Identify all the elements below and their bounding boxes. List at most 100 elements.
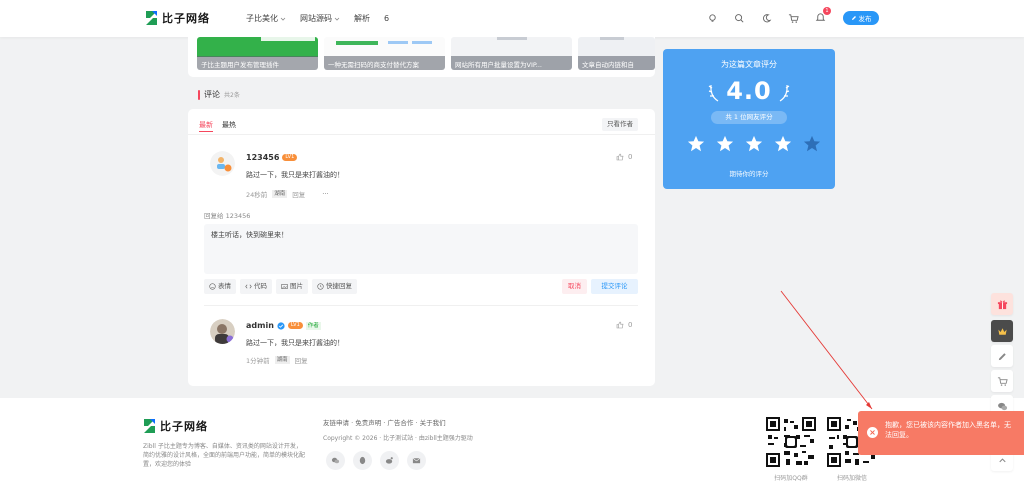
mail-icon bbox=[412, 458, 421, 464]
code-button[interactable]: 代码 bbox=[240, 279, 272, 294]
avatar[interactable] bbox=[210, 151, 235, 176]
qq-icon bbox=[359, 456, 366, 465]
related-post-card[interactable]: 子比主题用户发布管理插件 bbox=[197, 37, 318, 70]
comment-time: 1分钟前 bbox=[246, 357, 270, 365]
cancel-button[interactable]: 取消 bbox=[562, 279, 587, 294]
comment-tabs: 最新 最热 bbox=[199, 120, 236, 132]
footer-logo[interactable]: 比子网络 bbox=[143, 418, 208, 434]
float-edit-button[interactable] bbox=[991, 345, 1013, 367]
notification-bell[interactable]: 1 bbox=[815, 7, 831, 25]
weibo-icon bbox=[385, 457, 393, 464]
star-icon[interactable] bbox=[716, 135, 734, 153]
related-post-title: 子比主题用户发布管理插件 bbox=[197, 56, 318, 70]
smile-icon bbox=[209, 283, 216, 290]
avatar[interactable] bbox=[210, 319, 235, 344]
submit-comment-button[interactable]: 提交评论 bbox=[591, 279, 638, 294]
clock-icon bbox=[317, 283, 324, 290]
like-button[interactable]: 0 bbox=[616, 321, 632, 329]
comment-author: admin LV1 作者 bbox=[246, 321, 321, 330]
code-icon bbox=[245, 284, 252, 289]
reply-link[interactable]: 回复 bbox=[295, 355, 308, 365]
tab-hottest[interactable]: 最热 bbox=[222, 120, 236, 132]
qr-label: 扫码加QQ群 bbox=[774, 475, 808, 482]
chevron-up-icon bbox=[998, 457, 1006, 462]
nav-item-six[interactable]: 6 bbox=[384, 13, 389, 24]
comment-time: 24秒前 bbox=[246, 191, 268, 199]
rating-stars bbox=[687, 135, 821, 153]
location-badge: 湖南 bbox=[272, 190, 288, 198]
nav-item-beautify[interactable]: 子比美化 bbox=[246, 13, 286, 24]
related-post-card[interactable]: 网站所有用户批量设置为VIP... bbox=[451, 37, 572, 70]
footer-links[interactable]: 友链申请 · 免责声明 · 广告合作 · 关于我们 bbox=[323, 417, 446, 427]
comments-panel: 最新 最热 只看作者 123456 LV1 路过一下，我只是来打酱油的！ 24秒… bbox=[188, 109, 655, 386]
float-vip-button[interactable] bbox=[991, 320, 1013, 342]
rating-title: 为这篇文章评分 bbox=[721, 60, 777, 69]
quick-reply-button[interactable]: 快捷回复 bbox=[312, 279, 357, 294]
search-icon[interactable] bbox=[734, 13, 745, 24]
related-post-card[interactable]: 文章自动内链和自 bbox=[578, 37, 655, 70]
logo-text: 比子网络 bbox=[160, 420, 208, 433]
qq-link[interactable] bbox=[353, 451, 372, 470]
only-author-button[interactable]: 只看作者 bbox=[602, 118, 638, 131]
reply-link[interactable]: 回复 bbox=[292, 189, 305, 199]
related-post-card[interactable]: 一种无需扫码的商支付替代方案 bbox=[324, 37, 445, 70]
nav-item-source[interactable]: 网站源码 bbox=[300, 13, 340, 24]
author-badge: 作者 bbox=[305, 321, 321, 330]
nav-item-parse[interactable]: 解析 bbox=[354, 13, 370, 24]
qr-label: 扫码加微信 bbox=[836, 475, 867, 482]
emoji-button[interactable]: 表情 bbox=[204, 279, 236, 294]
main-nav: 子比美化 网站源码 解析 6 bbox=[246, 13, 389, 24]
bulb-icon[interactable] bbox=[707, 13, 718, 24]
verified-icon bbox=[277, 321, 285, 330]
rating-hint: 期待你的评分 bbox=[729, 170, 769, 178]
level-badge: LV1 bbox=[282, 154, 298, 161]
logo-mark-icon bbox=[146, 11, 157, 25]
laurel-right-icon bbox=[779, 84, 790, 102]
star-icon[interactable] bbox=[745, 135, 763, 153]
related-post-thumbnail bbox=[600, 37, 624, 40]
moon-icon[interactable] bbox=[761, 13, 772, 24]
pencil-icon bbox=[998, 352, 1006, 360]
related-post-title: 文章自动内链和自 bbox=[578, 56, 655, 70]
comment-author: 123456 LV1 bbox=[246, 153, 298, 162]
logo-text: 比子网络 bbox=[162, 12, 210, 25]
pencil-icon bbox=[851, 16, 856, 20]
image-button[interactable]: 图片 bbox=[276, 279, 308, 294]
footer-description: Zibll 子比主题专为博客、自媒体、资讯类的网站设计开发，简约优雅的设计风格，… bbox=[143, 443, 306, 468]
reply-to-label: 回复给 123456 bbox=[204, 212, 251, 220]
wechat-link[interactable] bbox=[326, 451, 345, 470]
comment-text: 路过一下，我只是来打酱油的！ bbox=[246, 339, 344, 347]
cart-icon[interactable] bbox=[788, 13, 799, 24]
star-empty-icon[interactable] bbox=[803, 135, 821, 153]
related-post-title: 一种无需扫码的商支付替代方案 bbox=[324, 56, 445, 70]
image-icon bbox=[281, 284, 288, 289]
tab-latest[interactable]: 最新 bbox=[199, 120, 213, 132]
float-cart-button[interactable] bbox=[991, 370, 1013, 392]
related-post-thumbnail bbox=[336, 41, 378, 45]
related-post-thumbnail bbox=[497, 37, 527, 40]
star-icon[interactable] bbox=[687, 135, 705, 153]
heading-accent-bar bbox=[198, 89, 200, 100]
star-icon[interactable] bbox=[774, 135, 792, 153]
header-actions: 1 bbox=[707, 7, 831, 25]
editor-toolbar: 表情 代码 图片 快捷回复 bbox=[204, 279, 357, 294]
comment-text: 路过一下，我只是来打酱油的！ bbox=[246, 171, 344, 179]
toast-message: 抱歉，您已被该内容作者加入黑名单，无法回复。 bbox=[885, 421, 1011, 439]
like-button[interactable]: 0 bbox=[616, 153, 632, 161]
weibo-link[interactable] bbox=[380, 451, 399, 470]
notification-badge: 1 bbox=[823, 7, 831, 15]
comment-meta: 1分钟前 湖南 回复 bbox=[246, 355, 308, 365]
related-posts: 子比主题用户发布管理插件 一种无需扫码的商支付替代方案 网站所有用户批量设置为V… bbox=[188, 37, 655, 77]
cart-icon bbox=[997, 376, 1008, 386]
email-link[interactable] bbox=[407, 451, 426, 470]
float-gift-button[interactable] bbox=[991, 293, 1013, 315]
comments-heading: 评论 共2条 bbox=[198, 89, 240, 100]
site-logo[interactable]: 比子网络 bbox=[145, 10, 210, 26]
gift-icon bbox=[997, 300, 1007, 309]
crown-icon bbox=[997, 327, 1007, 335]
comment-textarea[interactable]: 楼主听话，快到碗里来！ bbox=[204, 224, 638, 274]
publish-button[interactable]: 发布 bbox=[843, 11, 879, 25]
more-icon[interactable]: ··· bbox=[322, 190, 328, 198]
chevron-down-icon bbox=[280, 17, 286, 21]
related-post-thumbnail bbox=[388, 41, 408, 44]
